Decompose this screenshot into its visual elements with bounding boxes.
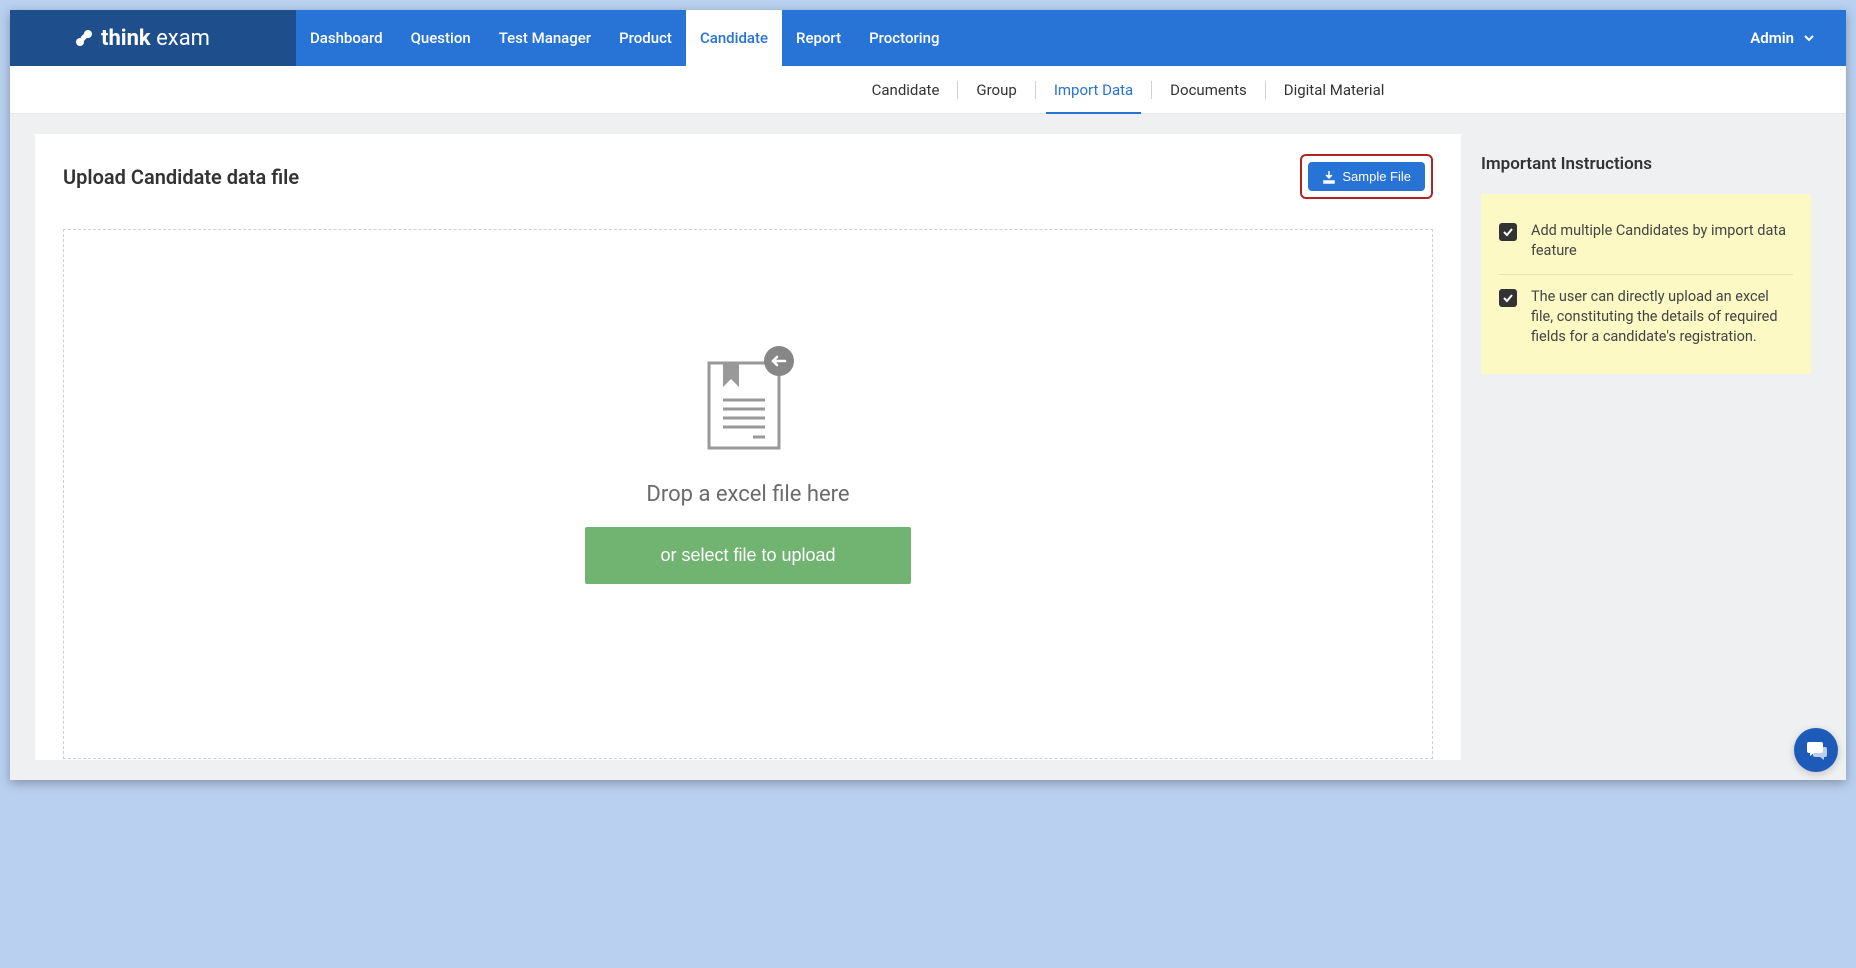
sample-file-label: Sample File <box>1342 169 1411 184</box>
nav-item-product[interactable]: Product <box>605 10 686 66</box>
download-icon <box>1322 170 1336 184</box>
instruction-item: Add multiple Candidates by import data f… <box>1499 209 1793 275</box>
user-menu[interactable]: Admin <box>1750 10 1846 66</box>
nav-item-test-manager[interactable]: Test Manager <box>485 10 605 66</box>
nav-item-question[interactable]: Question <box>397 10 485 66</box>
instructions-box: Add multiple Candidates by import data f… <box>1481 194 1811 374</box>
chat-icon <box>1805 739 1827 761</box>
instructions-sidebar: Important Instructions Add multiple Cand… <box>1461 134 1821 760</box>
sample-file-highlight: Sample File <box>1300 154 1433 199</box>
logo-section: think exam <box>10 10 296 66</box>
check-icon <box>1499 223 1517 241</box>
user-label: Admin <box>1750 29 1794 47</box>
subnav-item-digital-material[interactable]: Digital Material <box>1266 66 1403 114</box>
file-dropzone[interactable]: Drop a excel file here or select file to… <box>63 229 1433 759</box>
main-header: Upload Candidate data file Sample File <box>63 154 1433 199</box>
nav-item-proctoring[interactable]: Proctoring <box>855 10 953 66</box>
instruction-text: The user can directly upload an excel fi… <box>1531 287 1793 348</box>
subnav-item-import-data[interactable]: Import Data <box>1036 66 1151 114</box>
main-panel: Upload Candidate data file Sample File <box>35 134 1461 760</box>
instruction-item: The user can directly upload an excel fi… <box>1499 275 1793 360</box>
drop-text: Drop a excel file here <box>646 482 849 507</box>
page-title: Upload Candidate data file <box>63 165 299 189</box>
sample-file-button[interactable]: Sample File <box>1308 162 1425 191</box>
content-area: Upload Candidate data file Sample File <box>10 114 1846 780</box>
document-upload-icon <box>701 345 796 454</box>
nav-items: Dashboard Question Test Manager Product … <box>296 10 953 66</box>
instruction-text: Add multiple Candidates by import data f… <box>1531 221 1793 262</box>
chat-widget[interactable] <box>1794 728 1838 772</box>
chevron-down-icon <box>1802 31 1816 45</box>
logo-text: think exam <box>101 26 210 51</box>
top-navbar: think exam Dashboard Question Test Manag… <box>10 10 1846 66</box>
nav-item-candidate[interactable]: Candidate <box>686 10 782 66</box>
subnav-item-group[interactable]: Group <box>958 66 1034 114</box>
nav-item-report[interactable]: Report <box>782 10 855 66</box>
subnav: Candidate Group Import Data Documents Di… <box>10 66 1846 114</box>
subnav-item-candidate[interactable]: Candidate <box>854 66 958 114</box>
sidebar-title: Important Instructions <box>1481 154 1811 174</box>
check-icon <box>1499 289 1517 307</box>
nav-item-dashboard[interactable]: Dashboard <box>296 10 397 66</box>
select-file-button[interactable]: or select file to upload <box>585 527 910 584</box>
subnav-item-documents[interactable]: Documents <box>1152 66 1265 114</box>
logo-icon <box>75 29 93 47</box>
